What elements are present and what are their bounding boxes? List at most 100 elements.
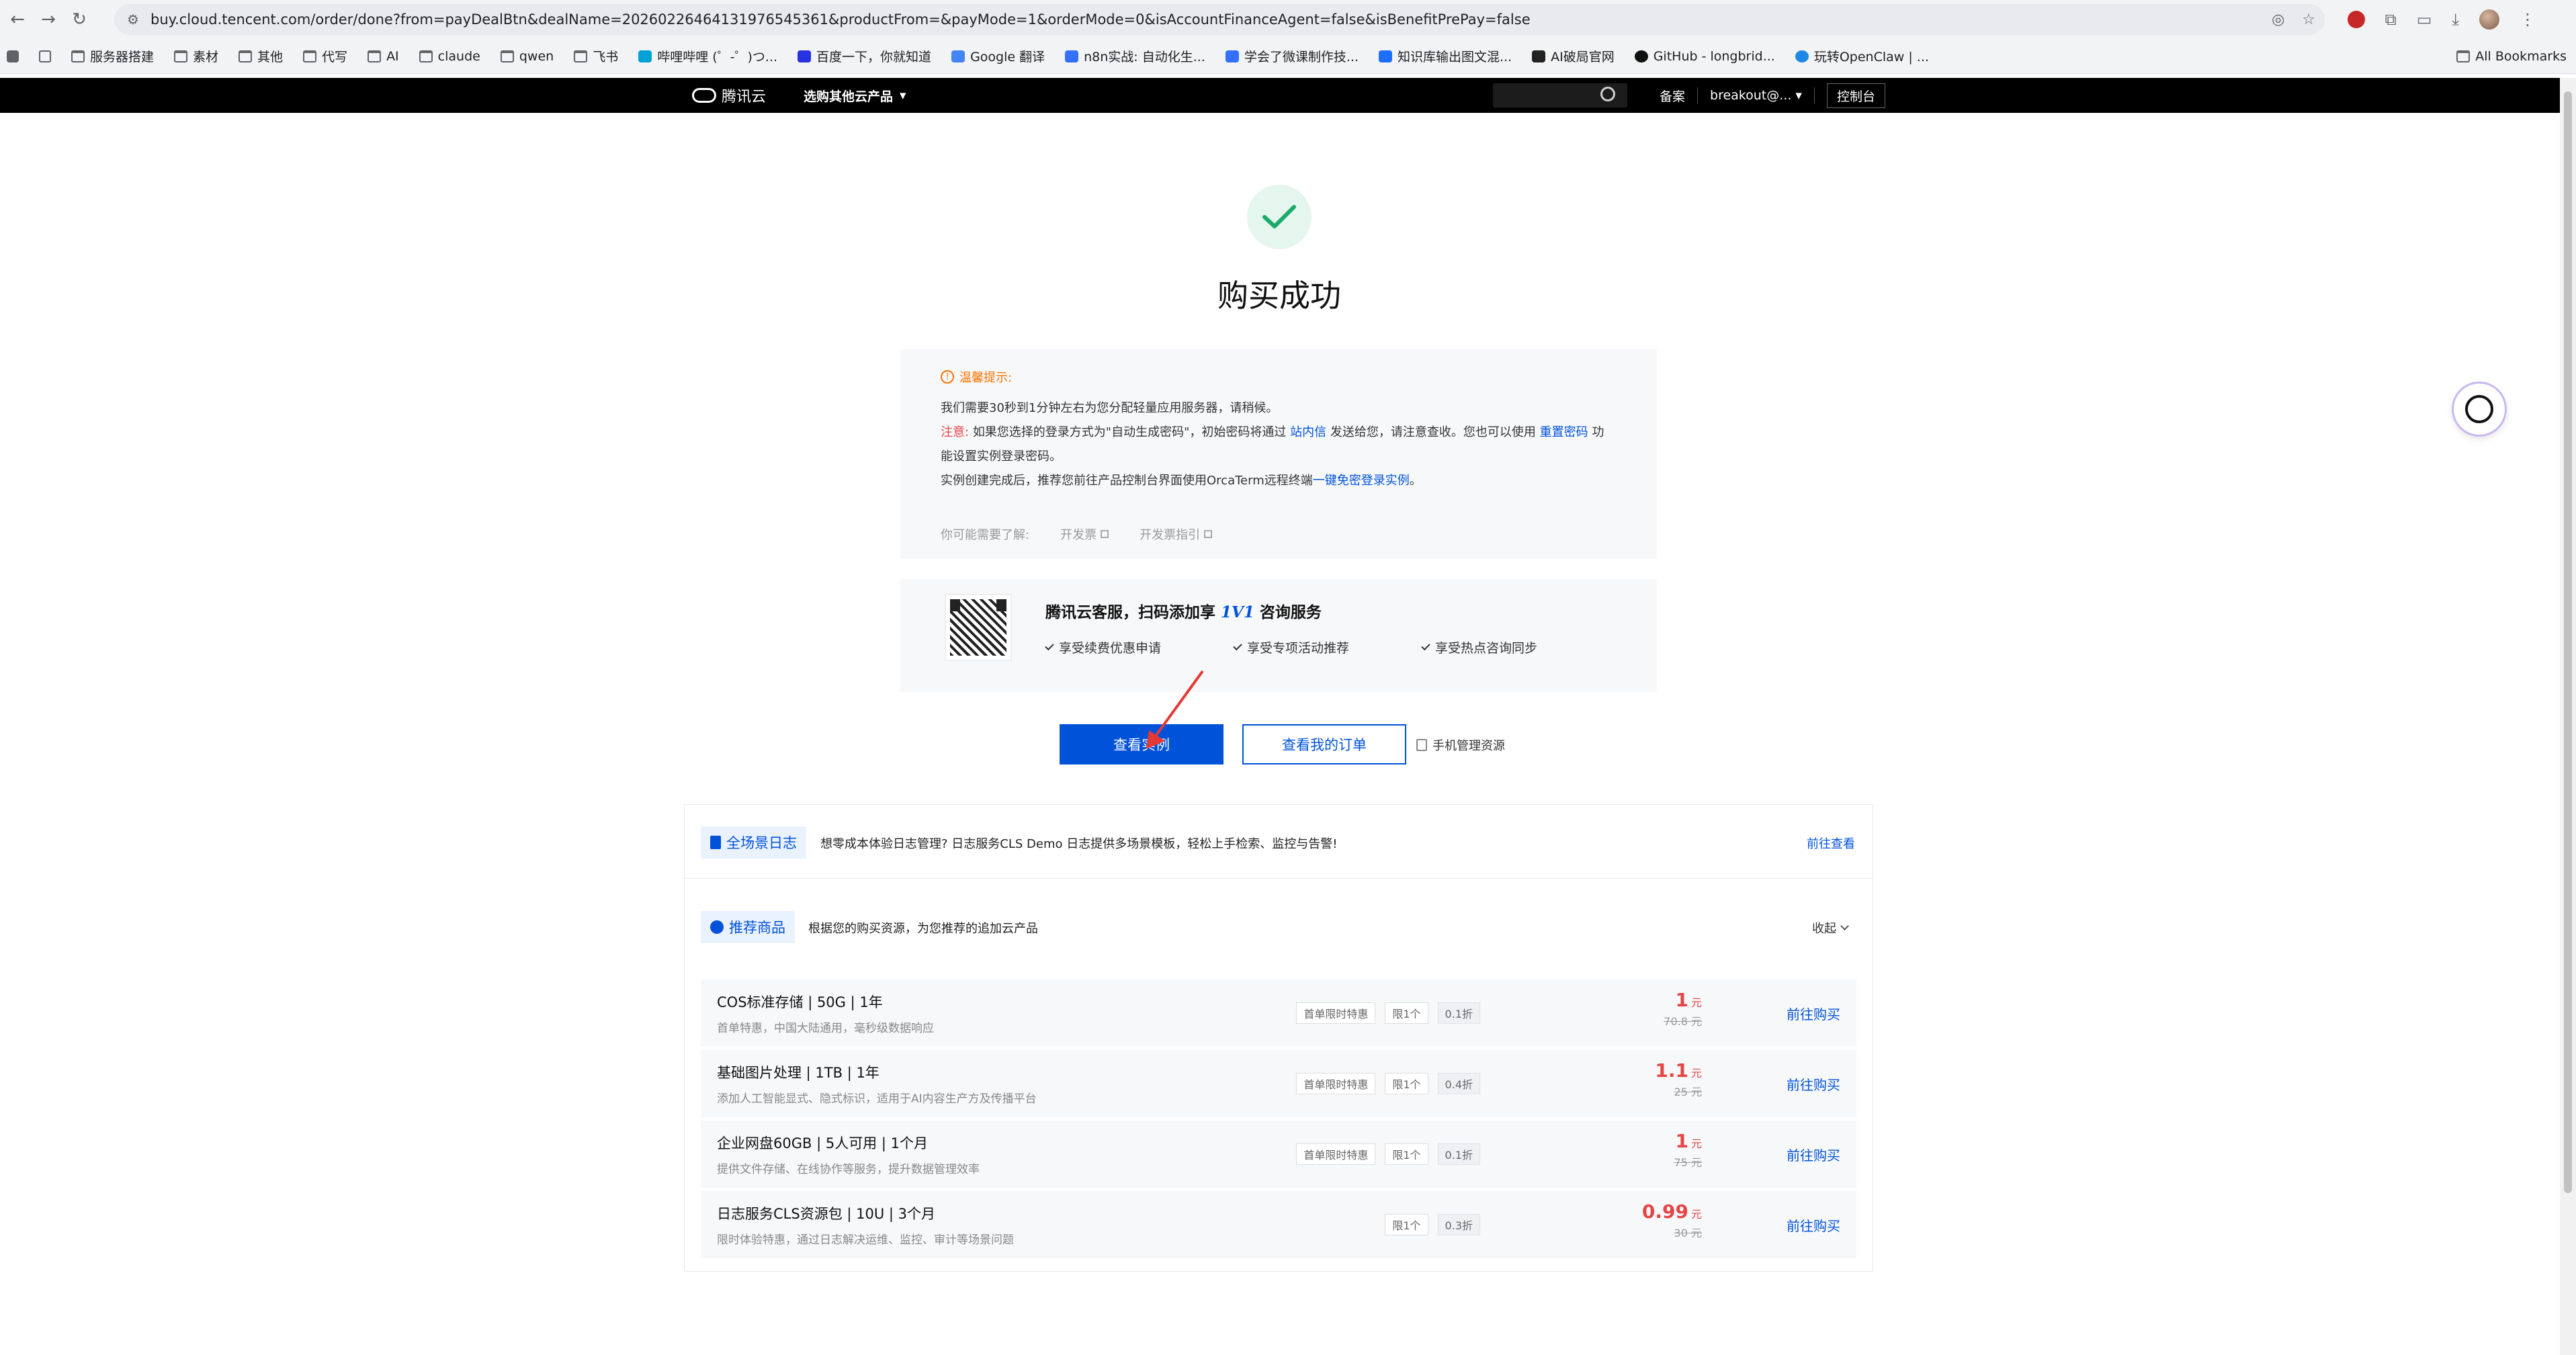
extension-icon[interactable] bbox=[2347, 11, 2365, 28]
reset-password-link[interactable]: 重置密码 bbox=[1540, 425, 1588, 439]
view-orders-button[interactable]: 查看我的订单 bbox=[1242, 724, 1406, 764]
promo-tag: 首单限时特惠 bbox=[1296, 1143, 1376, 1165]
page-scrollbar[interactable] bbox=[2560, 78, 2576, 1355]
invoice-guide-link[interactable]: 开发票指引 bbox=[1140, 525, 1213, 543]
folder-icon bbox=[239, 50, 253, 62]
profile-avatar[interactable] bbox=[2479, 9, 2499, 30]
bookmark-item[interactable]: 飞书 bbox=[574, 47, 618, 65]
folder-icon bbox=[2456, 50, 2471, 62]
back-icon[interactable]: ← bbox=[4, 6, 31, 33]
bookmark-item[interactable]: 知识库输出图文混... bbox=[1378, 47, 1512, 65]
all-bookmarks[interactable]: All Bookmarks bbox=[2456, 39, 2567, 74]
recommend-tag: 推荐商品 bbox=[701, 911, 795, 943]
star-icon[interactable]: ☆ bbox=[2302, 11, 2315, 28]
tencent-cloud-logo[interactable]: 腾讯云 bbox=[692, 78, 766, 113]
bookmark-item[interactable]: 百度一下，你就知道 bbox=[798, 47, 931, 65]
baidu-icon bbox=[798, 50, 812, 62]
promo-tag: 首单限时特惠 bbox=[1296, 1073, 1376, 1094]
mobile-manage-link[interactable]: 手机管理资源 bbox=[1416, 736, 1505, 754]
doc-icon bbox=[1225, 50, 1239, 62]
product-menu[interactable]: 选购其他云产品 ▾ bbox=[804, 78, 906, 113]
divider bbox=[1813, 87, 1815, 103]
product-price: 1元 75 元 bbox=[1674, 1130, 1702, 1169]
caret-down-icon: ▾ bbox=[900, 88, 906, 103]
site-icon bbox=[1532, 50, 1546, 62]
buy-link[interactable]: 前往购买 bbox=[1787, 1215, 1840, 1235]
notice-box: ! 温馨提示: 我们需要30秒到1分钟左右为您分配轻量应用服务器，请稍候。 注意… bbox=[900, 349, 1657, 559]
discount-tag: 0.1折 bbox=[1437, 1143, 1480, 1165]
discount-tag: 0.4折 bbox=[1437, 1073, 1480, 1094]
url-text[interactable]: buy.cloud.tencent.com/order/done?from=pa… bbox=[151, 11, 1531, 28]
discount-tag: 0.3折 bbox=[1437, 1214, 1480, 1235]
doc-icon bbox=[1065, 50, 1079, 62]
document-icon bbox=[710, 836, 721, 849]
bookmark-item[interactable]: AI bbox=[368, 49, 399, 64]
inbox-link[interactable]: 站内信 bbox=[1290, 425, 1326, 439]
site-icon bbox=[1378, 50, 1392, 62]
cls-view-link[interactable]: 前往查看 bbox=[1807, 834, 1855, 852]
console-button[interactable]: 控制台 bbox=[1826, 83, 1885, 108]
bookmark-item[interactable]: 素材 bbox=[174, 47, 218, 65]
bookmark-item[interactable]: 服务器搭建 bbox=[71, 47, 154, 65]
bookmark-item[interactable]: Google 翻译 bbox=[951, 47, 1045, 65]
passwordless-login-link[interactable]: 一键免密登录实例 bbox=[1313, 474, 1410, 488]
bookmark-item[interactable]: GitHub - longbrid... bbox=[1634, 49, 1775, 64]
bookmark-item[interactable]: 代写 bbox=[303, 47, 347, 65]
warning-icon: ! bbox=[941, 370, 954, 384]
browser-toolbar: ← → ↻ ⚙ buy.cloud.tencent.com/order/done… bbox=[0, 0, 2576, 39]
folder-icon bbox=[303, 50, 317, 62]
bookmark-item[interactable]: 哔哩哔哩 (゜-゜)つ... bbox=[638, 47, 777, 65]
site-header: 腾讯云 选购其他云产品 ▾ 备案 breakout@... ▾ 控制台 bbox=[0, 78, 2560, 113]
cls-banner: 全场景日志 想零成本体验日志管理? 日志服务CLS Demo 日志提供多场景模板… bbox=[685, 805, 1873, 879]
cloud-logo-icon bbox=[692, 88, 716, 103]
external-link-icon bbox=[1101, 530, 1109, 538]
bookmark-item[interactable]: 学会了微课制作技... bbox=[1225, 47, 1359, 65]
collapse-toggle[interactable]: 收起 bbox=[1812, 919, 1849, 936]
search-icon[interactable] bbox=[1600, 87, 1615, 101]
grid-icon[interactable] bbox=[39, 50, 51, 62]
account-menu[interactable]: breakout@... ▾ bbox=[1710, 88, 1802, 103]
phone-qr-icon bbox=[1416, 739, 1427, 751]
limit-tag: 限1个 bbox=[1385, 1214, 1428, 1235]
scroll-thumb[interactable] bbox=[2564, 91, 2572, 1193]
bookmark-item[interactable]: 玩转OpenClaw | ... bbox=[1795, 47, 1929, 65]
menu-icon[interactable]: ⋮ bbox=[2520, 10, 2536, 29]
product-row: COS标准存储 | 50G | 1年 首单特惠，中国大陆通用，毫秒级数据响应 首… bbox=[701, 979, 1856, 1047]
folder-icon bbox=[368, 50, 382, 62]
forward-icon[interactable]: → bbox=[35, 6, 62, 33]
bookmark-item[interactable]: n8n实战: 自动化生... bbox=[1065, 47, 1205, 65]
address-bar[interactable]: ⚙ buy.cloud.tencent.com/order/done?from=… bbox=[114, 4, 2325, 35]
buy-link[interactable]: 前往购买 bbox=[1787, 1074, 1840, 1094]
assistant-robot-icon[interactable] bbox=[2454, 384, 2505, 435]
notice-more: 你可能需要了解: 开发票 开发票指引 bbox=[941, 525, 1213, 543]
download-icon[interactable]: ⤓ bbox=[2452, 10, 2459, 29]
site-info-icon[interactable]: ⚙ bbox=[124, 10, 142, 29]
external-link-icon bbox=[1204, 530, 1213, 538]
invoice-link[interactable]: 开发票 bbox=[1060, 525, 1109, 543]
bookmark-item[interactable]: 其他 bbox=[239, 47, 283, 65]
bookmark-item[interactable]: qwen bbox=[500, 49, 554, 64]
puzzle-icon[interactable]: ⧉ bbox=[2385, 10, 2397, 29]
reload-icon[interactable]: ↻ bbox=[66, 6, 93, 33]
eye-off-icon[interactable]: ◎ bbox=[2272, 11, 2284, 28]
buy-link[interactable]: 前往购买 bbox=[1787, 1145, 1840, 1164]
notice-line: 我们需要30秒到1分钟左右为您分配轻量应用服务器，请稍候。 bbox=[941, 401, 1279, 415]
check-icon bbox=[1045, 641, 1054, 651]
recommend-text: 根据您的购买资源，为您推荐的追加云产品 bbox=[808, 922, 1038, 936]
buy-link[interactable]: 前往购买 bbox=[1787, 1004, 1840, 1023]
product-price: 0.99 元 30 元 bbox=[1641, 1200, 1702, 1239]
customer-service-box: 腾讯云客服，扫码添加享 1V1 咨询服务 享受续费优惠申请 享受专项活动推荐 享… bbox=[900, 579, 1657, 692]
view-instance-button[interactable]: 查看实例 bbox=[1060, 724, 1223, 764]
cloud-icon bbox=[1795, 50, 1809, 62]
bookmark-item[interactable]: AI破局官网 bbox=[1532, 47, 1615, 65]
limit-tag: 限1个 bbox=[1385, 1002, 1428, 1024]
check-icon bbox=[1233, 641, 1242, 651]
page-title: 购买成功 bbox=[1217, 277, 1341, 314]
product-price: 1.1 元 25 元 bbox=[1655, 1059, 1702, 1098]
apps-icon[interactable] bbox=[7, 50, 19, 62]
tab-search-icon[interactable]: ▭ bbox=[2417, 10, 2432, 29]
bookmark-item[interactable]: claude bbox=[419, 49, 480, 64]
filing-link[interactable]: 备案 bbox=[1660, 87, 1685, 105]
limit-tag: 限1个 bbox=[1385, 1073, 1428, 1094]
qr-code bbox=[945, 594, 1012, 661]
